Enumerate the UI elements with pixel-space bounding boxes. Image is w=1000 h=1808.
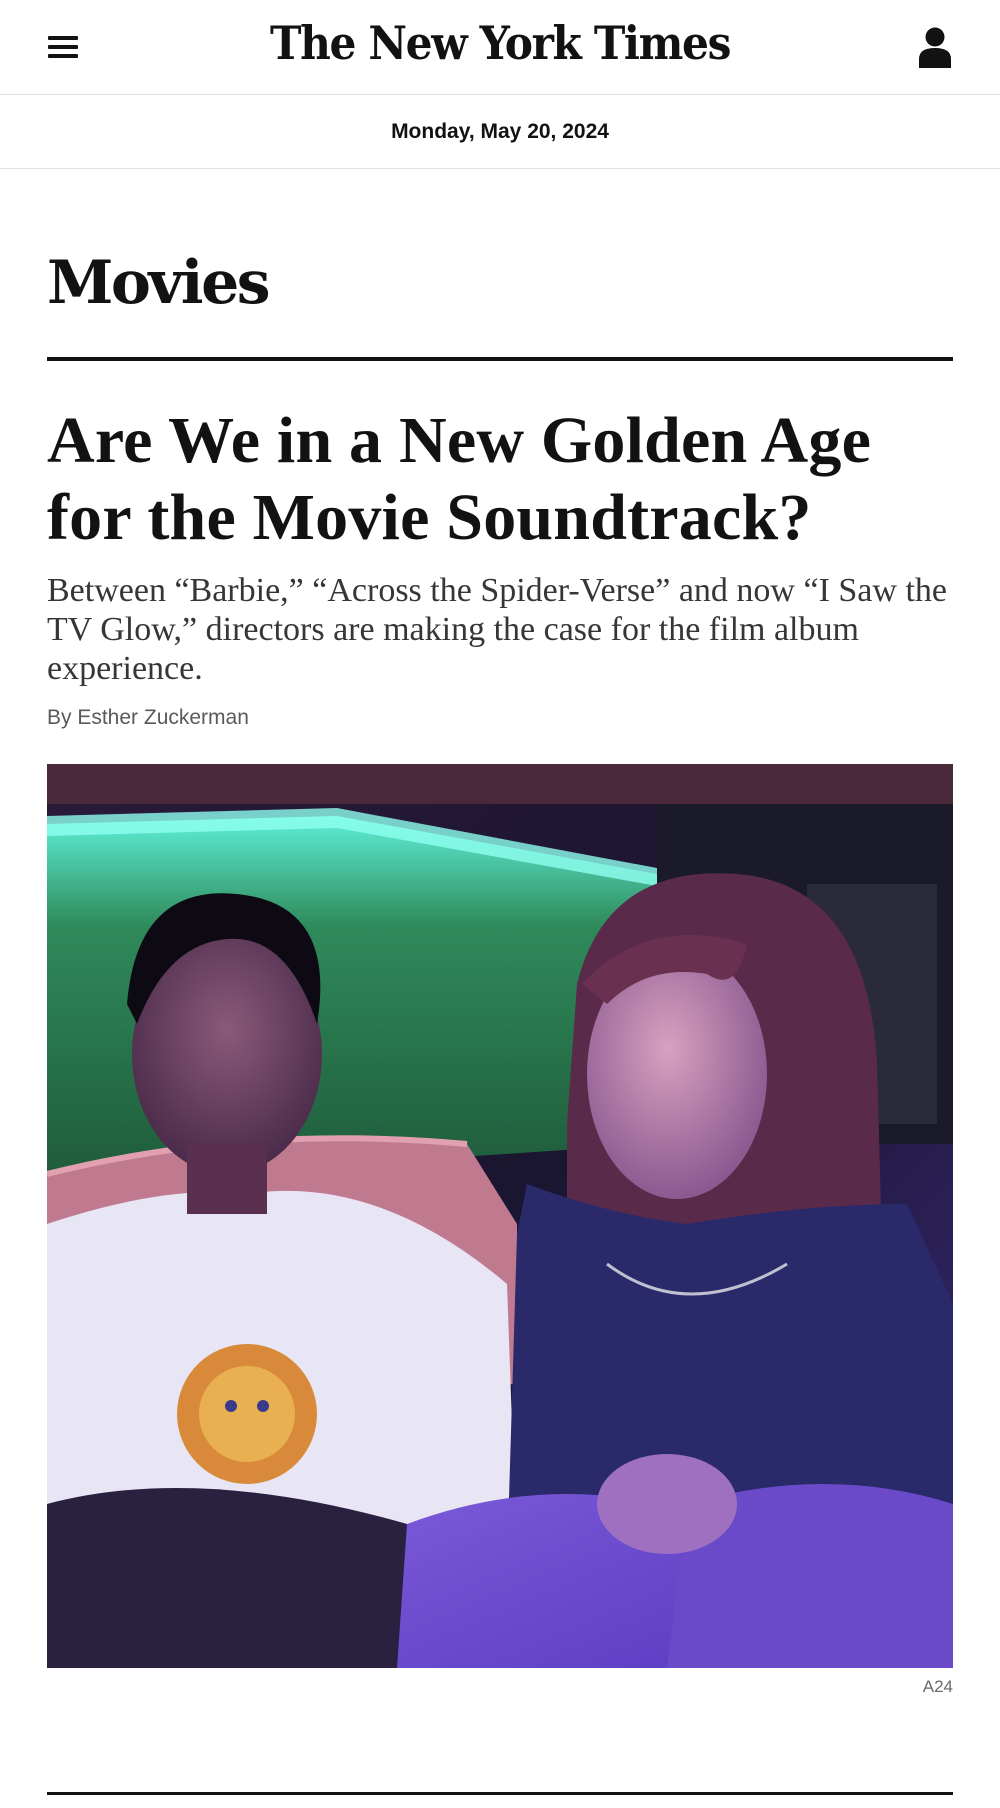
date-bar: Monday, May 20, 2024: [0, 96, 1000, 169]
article-image[interactable]: [47, 764, 953, 1668]
user-account-icon[interactable]: [918, 26, 952, 68]
section-title[interactable]: Movies: [47, 248, 271, 318]
top-navigation-bar: The New York Times: [0, 0, 1000, 95]
bottom-divider: [47, 1792, 953, 1795]
masthead-logo[interactable]: The New York Times: [40, 16, 960, 70]
article-byline: By Esther Zuckerman: [47, 706, 249, 729]
article-summary[interactable]: Between “Barbie,” “Across the Spider-Ver…: [47, 571, 957, 688]
image-credit: A24: [922, 1677, 953, 1696]
article-headline[interactable]: Are We in a New Golden Age for the Movie…: [47, 402, 957, 556]
current-date: Monday, May 20, 2024: [391, 120, 609, 143]
section-divider: [47, 357, 953, 361]
